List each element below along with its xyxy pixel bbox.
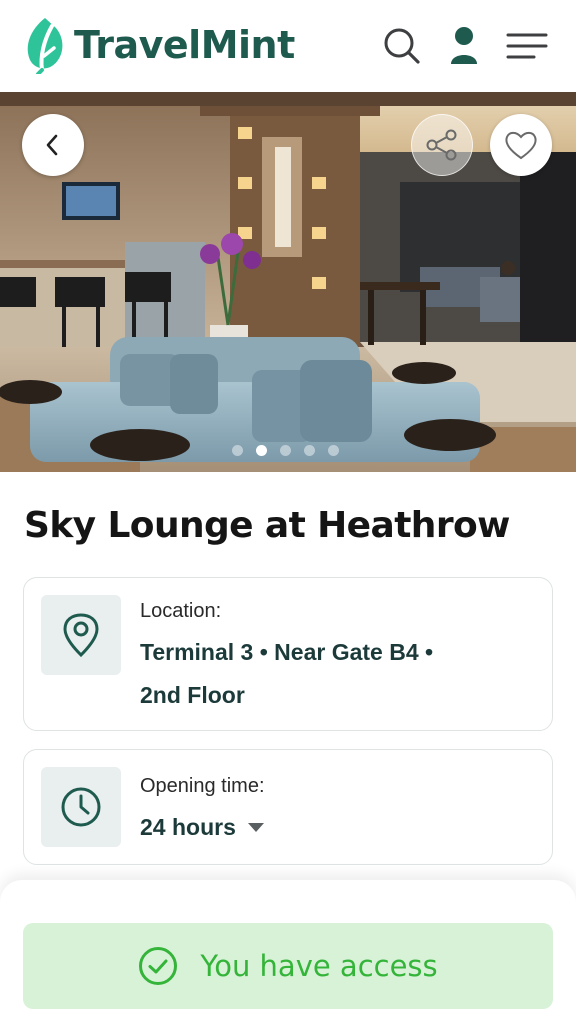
map-pin-icon <box>63 613 99 657</box>
leaf-logo-icon <box>27 18 63 74</box>
opening-time-value[interactable]: 24 hours <box>140 806 264 849</box>
clock-icon-box <box>41 767 121 847</box>
carousel-dot-active[interactable] <box>256 445 267 456</box>
carousel-indicator <box>232 445 339 456</box>
check-circle-icon <box>139 947 178 985</box>
opening-time-label: Opening time: <box>140 775 265 797</box>
favorite-button[interactable] <box>490 114 552 176</box>
profile-button[interactable] <box>442 24 486 68</box>
opening-time-card[interactable]: Opening time: 24 hours <box>23 749 553 865</box>
app-header: TravelMint <box>0 0 576 92</box>
access-label: You have access <box>200 949 438 983</box>
location-value: Terminal 3 • Near Gate B4 • 2nd Floor <box>140 639 434 708</box>
lounge-photo-carousel[interactable] <box>0 92 576 472</box>
location-label: Location: <box>140 600 222 622</box>
lounge-title: Sky Lounge at Heathrow <box>24 505 510 546</box>
clock-icon <box>61 787 101 827</box>
access-status-button[interactable]: You have access <box>23 923 553 1009</box>
chevron-left-icon <box>46 134 58 156</box>
back-button[interactable] <box>22 114 84 176</box>
carousel-dot[interactable] <box>328 445 339 456</box>
bottom-action-bar: You have access <box>0 880 576 1024</box>
location-icon-box <box>41 595 121 675</box>
carousel-dot[interactable] <box>280 445 291 456</box>
user-icon <box>451 27 477 64</box>
share-button[interactable] <box>411 114 473 176</box>
logo[interactable]: TravelMint <box>22 16 295 74</box>
caret-down-icon[interactable] <box>247 823 264 832</box>
search-icon <box>384 28 420 64</box>
heart-icon <box>505 131 537 160</box>
carousel-dot[interactable] <box>232 445 243 456</box>
carousel-dot[interactable] <box>304 445 315 456</box>
search-button[interactable] <box>380 24 424 68</box>
menu-button[interactable] <box>505 24 549 68</box>
opening-time-text: 24 hours <box>140 814 236 840</box>
logo-text: TravelMint <box>74 23 295 67</box>
location-card: Location: Terminal 3 • Near Gate B4 • 2n… <box>23 577 553 731</box>
share-icon <box>426 129 457 161</box>
menu-icon <box>506 33 548 59</box>
